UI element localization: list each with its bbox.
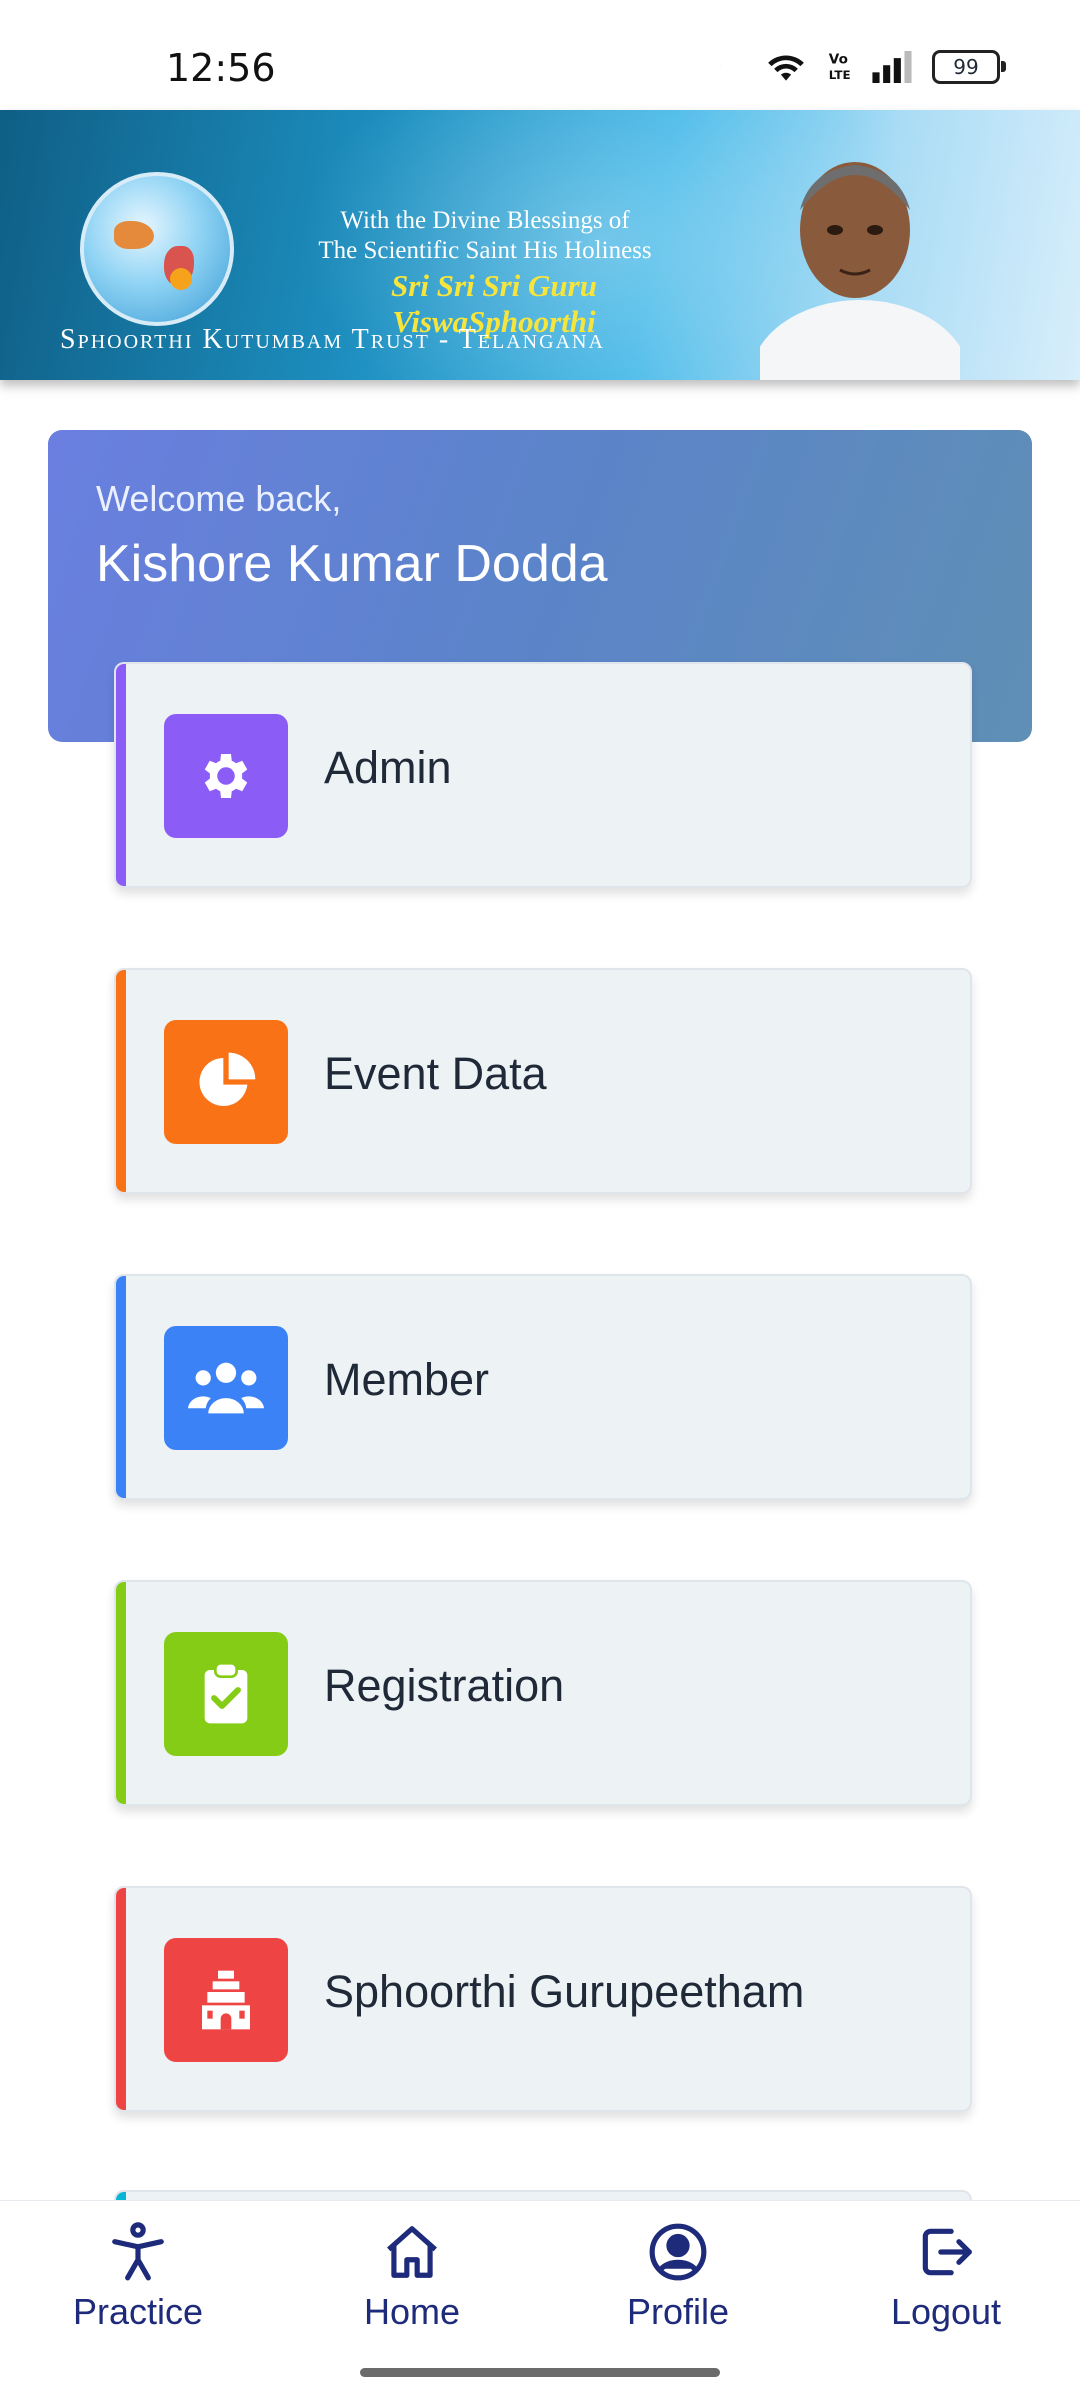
home-icon <box>387 2226 437 2278</box>
header-banner: With the Divine Blessings of The Scienti… <box>0 110 1080 380</box>
menu-card-sphoorthi-gurupeetham[interactable]: Sphoorthi Gurupeetham <box>114 1886 972 2112</box>
status-time: 12:56 <box>166 46 276 90</box>
member-tile <box>164 1326 288 1450</box>
svg-text:LTE: LTE <box>829 68 851 82</box>
person-pose-icon <box>112 2222 164 2281</box>
banner-blessing: With the Divine Blessings of The Scienti… <box>300 206 670 266</box>
menu-card-member[interactable]: Member <box>114 1274 972 1500</box>
menu-label-admin: Admin <box>324 742 452 793</box>
menu-label-event-data: Event Data <box>324 1048 547 1099</box>
guru-portrait <box>760 162 960 380</box>
home-indicator <box>360 2368 720 2377</box>
card-accent <box>116 1888 126 2110</box>
blessing-line-2: The Scientific Saint His Holiness <box>318 237 652 264</box>
users-icon <box>188 1362 264 1414</box>
svg-text:Vo: Vo <box>829 52 848 68</box>
status-icons: Vo LTE 99 <box>712 50 1006 84</box>
nav-profile-label: Profile <box>626 2291 730 2332</box>
clipboard-check-icon <box>204 1662 248 1724</box>
card-accent <box>116 1276 126 1498</box>
menu-label-registration: Registration <box>324 1660 565 1711</box>
menu-card-event-data[interactable]: Event Data <box>114 968 972 1194</box>
menu-card-registration[interactable]: Registration <box>114 1580 972 1806</box>
admin-tile <box>164 714 288 838</box>
signal-icon <box>872 51 912 83</box>
nav-home[interactable]: Home <box>312 2221 512 2333</box>
user-name: Kishore Kumar Dodda <box>96 535 608 593</box>
battery-icon: 99 <box>932 50 1006 84</box>
menu-label-sphoorthi-gurupeetham: Sphoorthi Gurupeetham <box>324 1966 805 2017</box>
welcome-label: Welcome back, <box>96 478 342 519</box>
gurupeetham-tile <box>164 1938 288 2062</box>
nav-practice-label: Practice <box>72 2291 204 2332</box>
nav-logout-label: Logout <box>890 2291 1002 2332</box>
pie-chart-icon <box>199 1052 256 1106</box>
nav-practice[interactable]: Practice <box>38 2221 238 2333</box>
card-accent <box>116 1582 126 1804</box>
nav-home-label: Home <box>363 2291 461 2332</box>
gear-icon <box>204 754 248 798</box>
logout-icon <box>922 2228 972 2276</box>
status-bar: 12:56 Vo LTE 99 <box>0 0 1080 110</box>
menu-label-member: Member <box>324 1354 490 1405</box>
nav-profile[interactable]: Profile <box>578 2221 778 2333</box>
user-circle-icon <box>649 2223 707 2281</box>
wifi-icon <box>768 55 804 81</box>
battery-level: 99 <box>953 55 979 79</box>
volte-icon: VoLTE <box>829 52 851 82</box>
event-data-tile <box>164 1020 288 1144</box>
card-accent <box>116 664 126 886</box>
globe-logo <box>80 172 234 326</box>
nav-logout[interactable]: Logout <box>846 2221 1046 2333</box>
trust-name: Sphoorthi Kutumbam Trust - Telangana <box>60 324 605 355</box>
moon-icon <box>720 55 741 76</box>
temple-icon <box>202 1970 250 2030</box>
registration-tile <box>164 1632 288 1756</box>
blessing-line-1: With the Divine Blessings of <box>340 207 630 234</box>
menu-card-admin[interactable]: Admin <box>114 662 972 888</box>
card-accent <box>116 970 126 1192</box>
